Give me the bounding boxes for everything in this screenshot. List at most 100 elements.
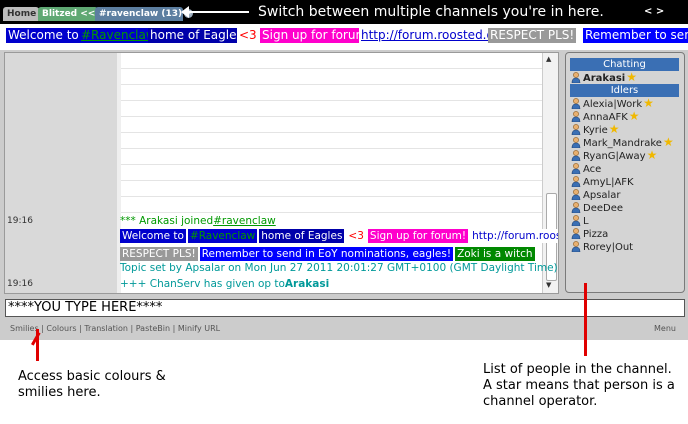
nick-name: DeeDee [583,202,624,214]
toolbar-separator: | [127,324,136,333]
topic-set-message: Topic set by Apsalar on Mon Jun 27 2011 … [120,261,558,275]
timestamp-gutter [5,53,117,293]
nick-name: RyanG|Away [583,151,646,163]
chat-gridline [121,132,542,133]
arrow-shaft [185,11,249,13]
topic-repeat-segment: Zoki is a witch [455,247,535,261]
input-toolbar: Smilies | Colours | Translation | PasteB… [10,324,220,333]
nick-item[interactable]: Apsalar [571,188,621,202]
message-input[interactable]: ****YOU TYPE HERE**** [5,299,685,317]
nick-name: AmyL|AFK [583,176,634,188]
op-nick: Arakasi [284,278,330,290]
chat-gridline [121,180,542,181]
topic-segment: Sign up for forum! [260,28,374,43]
chat-gridline [121,84,542,85]
nick-name: Ace [583,163,602,175]
topic-segment: Welcome to [6,28,81,43]
note-line: List of people in the channel. [483,362,672,377]
user-icon [571,188,581,200]
topic-repeat-segment: Welcome to [120,229,186,243]
nick-item[interactable]: Kyrie★ [571,123,620,136]
user-icon [571,150,581,162]
topic-repeat-segment: Remember to send in EoY nominations, eag… [199,247,454,261]
toolbar-link-smilies[interactable]: Smilies [10,324,39,333]
tab-nav-arrows[interactable]: < > [644,6,664,17]
user-icon [571,228,581,240]
nick-item[interactable]: DeeDee [571,201,624,215]
nick-name: Pizza [583,229,609,240]
op-star-icon: ★ [608,122,620,137]
scroll-up-icon[interactable]: ▲ [546,55,551,63]
nick-item[interactable]: Mark_Mandrake★ [571,136,674,149]
user-icon [571,98,581,110]
nick-item[interactable]: Pizza [571,228,608,241]
toolbar-link-pastebin[interactable]: PasteBin [136,324,170,333]
user-icon [571,124,581,136]
nick-name: Kyrie [583,125,608,137]
topic-bar: Welcome to #Ravenclaw home of Eagles <3 Sign… [0,24,688,48]
op-star-icon: ★ [646,148,658,163]
chat-gridline [121,148,542,149]
chat-scrollbar[interactable]: ▲ ▼ [542,53,558,293]
chat-gridline [121,116,542,117]
scroll-down-icon[interactable]: ▼ [546,281,551,289]
op-star-icon: ★ [643,96,654,110]
note-line: Access basic colours & [18,369,166,384]
nick-item[interactable]: Rorey|Out [571,241,633,254]
nick-item[interactable]: Alexia|Work★ [571,97,654,110]
user-icon [571,111,581,123]
topic-repeat-segment: http://forum.roosted.org/ [470,229,558,243]
chat-gridline [121,68,542,69]
nick-item[interactable]: AnnaAFK★ [571,110,640,123]
nick-name: AnnaAFK [583,112,628,124]
topic-segment: home of Eagles [148,28,245,43]
tab-blitzed-label: Blitzed << [42,9,96,19]
topic-repeat-segment: <3 [346,229,366,243]
topic-repeat-segment: Sign up for forum! [367,229,469,243]
menu-button[interactable]: Menu [654,324,676,333]
user-icon [571,175,581,187]
nick-item[interactable]: L [571,214,589,228]
nick-item[interactable]: AmyL|AFK [571,175,634,189]
chatting-header: Chatting [570,58,679,71]
chat-gridline [121,212,542,213]
nick-name: Rorey|Out [583,242,634,254]
toolbar-link-minify-url[interactable]: Minify URL [178,324,220,333]
nick-item[interactable]: Arakasi★ [571,71,637,84]
op-star-icon: ★ [626,70,637,84]
channel-link[interactable]: #ravenclaw [213,214,276,228]
topic-segment[interactable]: #Ravenclaw [79,28,158,43]
topic-segment: <3 [237,28,259,43]
user-icon [571,137,581,149]
toolbar-link-translation[interactable]: Translation [84,324,128,333]
idlers-header: Idlers [570,84,679,97]
topic-repeat-segment: home of Eagles [259,229,345,243]
note-line: smilies here. [18,385,101,400]
switch-channels-note: Switch between multiple channels you're … [258,4,604,20]
colours-smilies-note: Access basic colours & smilies here. [18,369,166,401]
topic-repeat-segment: #Ravenclaw [187,229,258,243]
nick-name: L [583,215,589,227]
chat-log[interactable]: ▲ ▼ 19:16 *** Arakasi joined #ravenclaw … [4,52,559,294]
tab-blitzed[interactable]: Blitzed << [38,7,98,21]
tab-ravenclaw-label: #ravenclaw (13) [99,9,183,19]
tab-ravenclaw[interactable]: #ravenclaw (13) ✕ [95,7,194,21]
chat-gridline [121,100,542,101]
topic-set-text: Topic set by Apsalar on Mon Jun 27 2011 … [120,262,558,274]
timestamp: 19:16 [7,216,33,226]
join-text: *** Arakasi joined [120,215,214,227]
tab-home[interactable]: Home [3,7,39,21]
nick-name: Arakasi [583,73,626,84]
topic-segment: Remember to send in [583,28,688,43]
chat-gridline [121,164,542,165]
user-icon [571,241,581,253]
chat-gridline [121,196,542,197]
nick-item[interactable]: RyanG|Away★ [571,149,657,162]
tab-home-label: Home [7,9,37,19]
nick-item[interactable]: Ace [571,162,602,176]
timestamp: 19:16 [7,279,33,289]
user-icon [571,214,581,227]
toolbar-link-colours[interactable]: Colours [46,324,76,333]
op-star-icon: ★ [662,135,674,150]
op-star-icon: ★ [628,109,640,124]
